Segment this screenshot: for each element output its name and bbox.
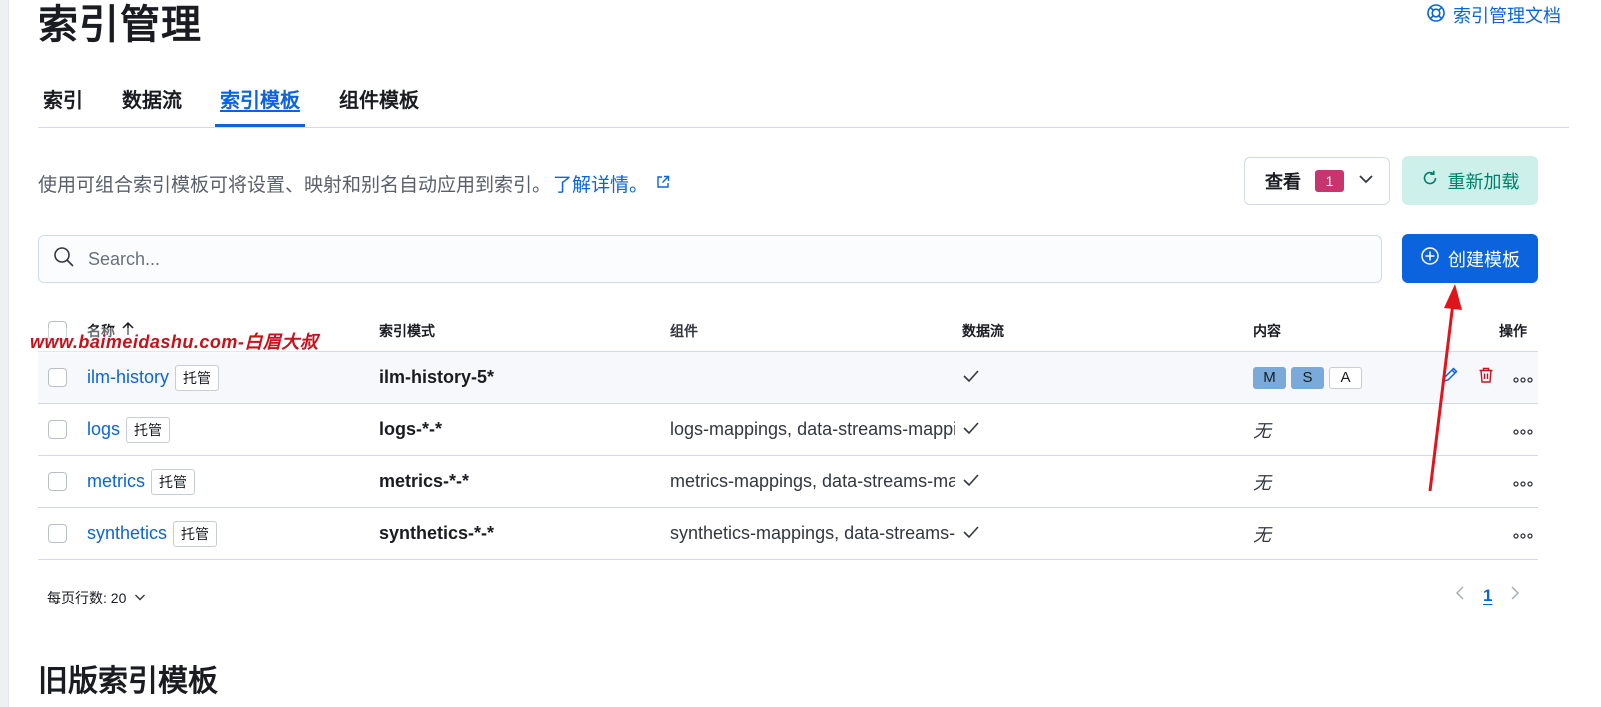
reload-label: 重新加载 — [1447, 171, 1520, 192]
rows-per-page-label: 每页行数: 20 — [47, 590, 127, 606]
template-name-link[interactable]: metrics — [87, 471, 145, 492]
search-input[interactable] — [88, 248, 1348, 270]
reload-button[interactable]: 重新加载 — [1402, 156, 1538, 205]
watermark-text: www.baimeidashu.com-白眉大叔 — [30, 328, 319, 354]
refresh-icon — [1421, 169, 1439, 192]
content-none: 无 — [1253, 521, 1271, 547]
learn-more-label: 了解详情。 — [553, 175, 649, 196]
table-row: logs 托管 logs-*-* logs-mappings, data-str… — [38, 404, 1538, 456]
row-checkbox[interactable] — [48, 368, 67, 387]
content-none-label: 无 — [1253, 472, 1271, 493]
learn-more-link[interactable]: 了解详情。 — [553, 170, 670, 197]
more-actions-icon[interactable] — [1513, 419, 1533, 440]
docs-link[interactable]: 索引管理文档 — [1426, 2, 1561, 28]
template-name-link[interactable]: synthetics — [87, 523, 167, 544]
managed-badge: 托管 — [175, 364, 220, 391]
content-none: 无 — [1253, 469, 1271, 495]
view-filter-button[interactable]: 查看 1 — [1244, 157, 1390, 205]
mappings-badge: M — [1253, 366, 1286, 389]
index-pattern: logs-*-* — [379, 419, 442, 439]
row-actions — [1441, 366, 1533, 389]
plus-circle-icon — [1420, 246, 1440, 271]
header-actions: 操作 — [1499, 322, 1527, 339]
view-label: 查看 — [1265, 172, 1301, 192]
check-icon — [962, 367, 980, 388]
row-checkbox[interactable] — [48, 420, 67, 439]
index-pattern: metrics-*-* — [379, 471, 470, 491]
pagination: 1 — [1455, 585, 1520, 606]
more-actions-icon[interactable] — [1513, 471, 1533, 492]
components-cell: logs-mappings, data-streams-mappings, lo… — [670, 419, 955, 439]
check-icon — [962, 471, 980, 492]
template-name-link[interactable]: logs — [87, 419, 120, 440]
index-pattern: synthetics-*-* — [379, 523, 495, 543]
aliases-badge: A — [1329, 366, 1362, 389]
chevron-down-icon — [1358, 171, 1374, 192]
tabs: 索引 数据流 索引模板 组件模板 — [38, 78, 1569, 128]
page-number-button[interactable]: 1 — [1483, 586, 1492, 606]
edit-icon[interactable] — [1441, 366, 1459, 389]
create-template-label: 创建模板 — [1448, 249, 1520, 270]
tab-data-streams[interactable]: 数据流 — [117, 78, 187, 127]
tab-component-templates[interactable]: 组件模板 — [334, 78, 424, 127]
table-row: synthetics 托管 synthetics-*-* synthetics-… — [38, 508, 1538, 560]
tab-indices[interactable]: 索引 — [38, 78, 88, 127]
check-icon — [962, 523, 980, 544]
content-badges: M S A — [1253, 366, 1362, 389]
trash-icon[interactable] — [1477, 366, 1495, 389]
docs-link-label: 索引管理文档 — [1453, 6, 1561, 26]
row-name-cell: synthetics 托管 — [87, 520, 218, 547]
description-text: 使用可组合索引模板可将设置、映射和别名自动应用到索引。 — [38, 175, 552, 196]
settings-badge: S — [1291, 366, 1324, 389]
filter-count-badge: 1 — [1315, 170, 1344, 192]
tab-index-templates[interactable]: 索引模板 — [215, 78, 305, 127]
page-title: 索引管理 — [38, 3, 202, 47]
page-description: 使用可组合索引模板可将设置、映射和别名自动应用到索引。 了解详情。 — [38, 170, 670, 197]
header-components[interactable]: 组件 — [670, 321, 955, 341]
left-rail — [0, 0, 9, 707]
create-template-button[interactable]: 创建模板 — [1402, 234, 1538, 283]
components-cell: synthetics-mappings, data-streams-mappin… — [670, 523, 955, 543]
row-checkbox[interactable] — [48, 524, 67, 543]
row-name-cell: logs 托管 — [87, 416, 171, 443]
row-actions — [1513, 419, 1533, 440]
managed-badge: 托管 — [173, 520, 218, 547]
content-none-label: 无 — [1253, 420, 1271, 441]
more-actions-icon[interactable] — [1513, 523, 1533, 544]
template-name-link[interactable]: ilm-history — [87, 367, 169, 388]
help-icon — [1426, 3, 1446, 28]
row-name-cell: ilm-history 托管 — [87, 364, 220, 391]
chevron-down-icon — [134, 590, 146, 606]
more-actions-icon[interactable] — [1513, 367, 1533, 388]
header-data-stream[interactable]: 数据流 — [962, 321, 1004, 341]
legacy-templates-title: 旧版索引模板 — [38, 665, 218, 698]
header-pattern[interactable]: 索引模式 — [379, 321, 435, 341]
row-actions — [1513, 523, 1533, 544]
managed-badge: 托管 — [151, 468, 195, 495]
content-none: 无 — [1253, 417, 1271, 443]
previous-page-icon[interactable] — [1455, 585, 1465, 606]
managed-badge: 托管 — [126, 416, 171, 443]
row-actions — [1513, 471, 1533, 492]
table-row: ilm-history 托管 ilm-history-5* M S A — [38, 352, 1538, 404]
external-link-icon — [656, 173, 670, 195]
table-row: metrics 托管 metrics-*-* metrics-mappings,… — [38, 456, 1538, 508]
check-icon — [962, 419, 980, 440]
rows-per-page-selector[interactable]: 每页行数: 20 — [47, 588, 146, 608]
search-icon — [53, 246, 75, 273]
search-box — [38, 235, 1382, 283]
content-none-label: 无 — [1253, 524, 1271, 545]
components-cell: metrics-mappings, data-streams-mappings,… — [670, 471, 955, 491]
next-page-icon[interactable] — [1510, 585, 1520, 606]
row-name-cell: metrics 托管 — [87, 468, 195, 495]
row-checkbox[interactable] — [48, 472, 67, 491]
index-pattern: ilm-history-5* — [379, 367, 495, 387]
header-content: 内容 — [1253, 322, 1281, 339]
